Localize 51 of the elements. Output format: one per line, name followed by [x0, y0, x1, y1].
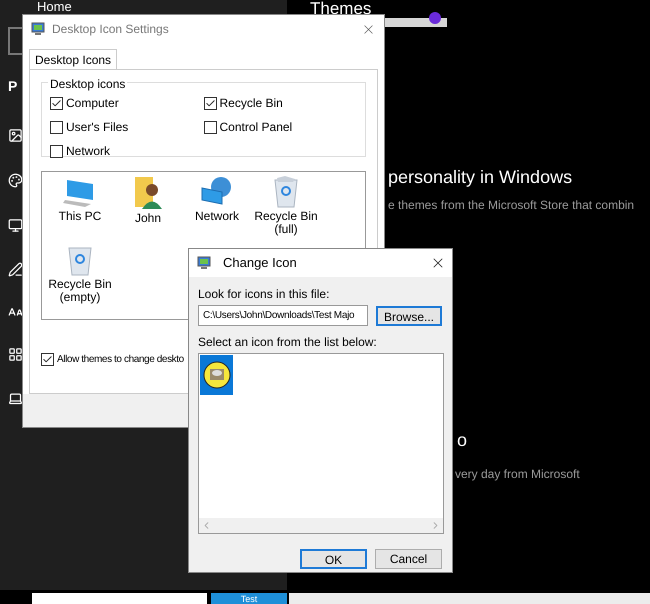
description-text: e themes from the Microsoft Store that combin	[388, 197, 634, 214]
icon-label: Recycle Bin (empty)	[47, 278, 113, 304]
checkbox-label: Recycle Bin	[220, 95, 283, 112]
icon-item[interactable]: Recycle Bin (empty)	[46, 244, 114, 308]
checkbox-label: User's Files	[66, 119, 128, 136]
icon-item[interactable]: John	[114, 176, 182, 240]
nav-icon[interactable]	[8, 173, 23, 188]
nav-icon[interactable]	[8, 262, 23, 277]
field-label: Look for icons in this file:	[198, 286, 330, 303]
icon-item[interactable]: Network	[182, 176, 252, 240]
window-title: Desktop Icon Settings	[52, 21, 170, 38]
section-heading: o	[457, 429, 468, 452]
icon-label: This PC	[58, 210, 102, 223]
checkbox-label: Control Panel	[220, 119, 292, 136]
checkbox[interactable]	[50, 96, 63, 110]
checkbox-label: Computer	[66, 95, 119, 112]
recycle-bin-icon	[273, 176, 299, 208]
file-path-field[interactable]: C:\Users\John\Downloads\Test Majo	[198, 305, 368, 326]
monitor-icon	[31, 22, 45, 36]
icon-item[interactable]: Recycle Bin (full)	[252, 176, 320, 240]
checkbox-label: Network	[66, 143, 110, 160]
checkbox[interactable]	[41, 353, 54, 366]
tab[interactable]: Desktop Icons	[29, 49, 118, 69]
nav-icon[interactable]	[8, 128, 23, 143]
nav-icon[interactable]	[8, 218, 23, 233]
checkbox[interactable]	[50, 120, 63, 134]
nav-title[interactable]: Home	[37, 0, 72, 13]
description-text: very day from Microsoft	[455, 466, 580, 483]
icon-item[interactable]: This PC	[46, 176, 114, 240]
icon-label: Network	[194, 210, 240, 223]
nav-icon[interactable]	[8, 391, 23, 406]
page-title: Themes	[310, 0, 372, 17]
icon-label: Recycle Bin (full)	[253, 210, 319, 236]
browse-button[interactable]: Browse...	[376, 306, 442, 326]
nav-icon[interactable]	[8, 347, 23, 362]
monitor-icon	[197, 256, 211, 270]
user-folder-icon	[133, 176, 163, 210]
dialog-button[interactable]: Cancel	[375, 549, 442, 569]
taskbar-tile[interactable]: Test	[211, 593, 287, 604]
checkbox[interactable]	[204, 96, 216, 110]
checkbox[interactable]	[204, 120, 216, 134]
section-heading: personality in Windows	[388, 166, 572, 189]
window-title: Change Icon	[223, 254, 298, 272]
section-label: P	[8, 77, 18, 96]
checkbox-label: Allow themes to change deskto	[57, 353, 184, 367]
checkbox[interactable]	[50, 144, 63, 158]
dialog-button[interactable]: OK	[300, 549, 367, 569]
tile-label: Test	[240, 595, 258, 604]
field-label: Select an icon from the list below:	[198, 334, 378, 351]
icon-item[interactable]	[200, 355, 233, 395]
icon-label: John	[134, 212, 162, 225]
